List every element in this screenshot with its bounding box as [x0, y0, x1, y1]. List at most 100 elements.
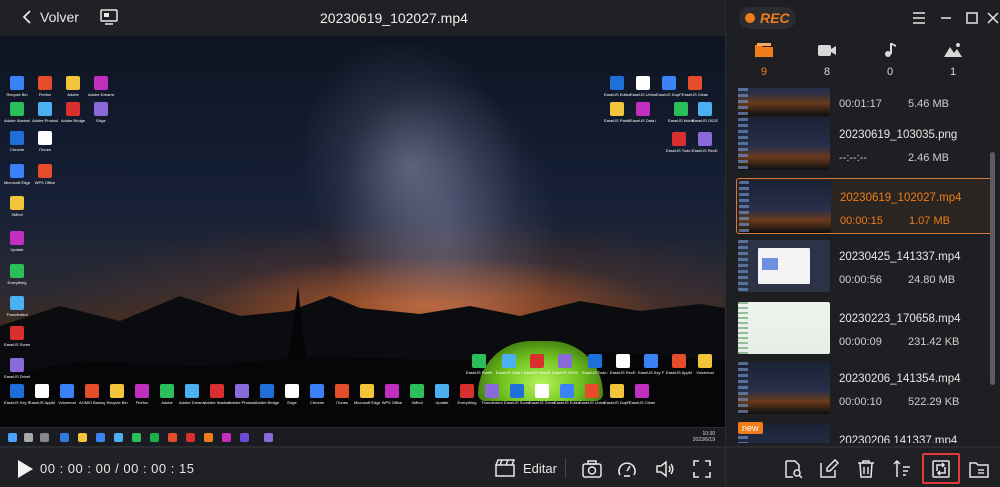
new-badge: new	[738, 422, 763, 434]
desktop-icon-label: iTunes	[336, 400, 348, 405]
thumbnail-icons-strip	[738, 302, 748, 354]
recording-item[interactable]: 20230619_102027.mp4 00:00:15 1.07 MB	[736, 178, 994, 234]
app-icon	[10, 196, 24, 210]
file-search-icon[interactable]	[783, 459, 803, 479]
desktop-icon-label: EaseUS Todo Backup	[582, 370, 608, 375]
desktop-icon-label: Thunderbird	[481, 400, 503, 405]
desktop-icon: EaseUS CleanGenius	[682, 76, 708, 97]
play-icon[interactable]	[15, 459, 35, 479]
recording-item[interactable]: 00:01:175.46 MB100%	[736, 88, 994, 118]
desktop-icon: EaseUS RecExperts	[610, 354, 636, 375]
desktop-icon-label: Everything	[7, 280, 27, 285]
recording-name: 20230206 141337.mp4	[839, 435, 958, 443]
trash-icon[interactable]	[856, 459, 876, 479]
camera-icon[interactable]	[582, 459, 602, 479]
tab-all[interactable]: 9	[739, 42, 789, 78]
desktop-icon: Edge	[279, 384, 305, 405]
time-readout: 00 : 00 : 00 / 00 : 00 : 15	[40, 461, 195, 476]
sort-icon[interactable]	[892, 459, 912, 479]
app-icon	[502, 354, 516, 368]
recording-thumbnail	[738, 88, 830, 116]
open-folder-icon[interactable]	[969, 459, 989, 479]
folder-taskbar-icon	[78, 433, 87, 442]
app-icon	[85, 384, 99, 398]
edit-pencil-icon[interactable]	[819, 459, 839, 479]
app-icon	[560, 384, 574, 398]
desktop-icon-label: EaseUS CleanGenius	[682, 92, 708, 97]
desktop-icon-label: XMind	[11, 212, 23, 217]
desktop-icon: Adobe Illustrator	[204, 384, 230, 405]
recording-thumbnail	[738, 362, 830, 414]
desktop-icon: Adobe Bridge	[254, 384, 280, 405]
back-button[interactable]: Volver	[22, 9, 79, 25]
desktop-icon: Voicemod	[54, 384, 80, 405]
app-taskbar-icon	[204, 433, 213, 442]
folder-icon	[755, 43, 773, 57]
menu-icon[interactable]	[911, 10, 927, 26]
app-icon	[672, 132, 686, 146]
back-label: Volver	[40, 9, 79, 25]
desktop-icon: Microsoft Edge	[4, 164, 30, 185]
desktop-icon: Update	[4, 231, 30, 252]
recording-item[interactable]: 20230619_103035.png --:--:-- 2.46 MB	[736, 116, 994, 172]
recording-size: 24.80 MB	[908, 274, 956, 286]
desktop-icon: EaseUS DriveHandy	[529, 384, 555, 405]
desktop-icon-label: Firefox	[38, 92, 52, 97]
recording-item[interactable]: 20230206_141354.mp4 00:00:10 522.29 KB	[736, 360, 994, 416]
tab-all-count: 9	[760, 66, 768, 78]
desktop-icon: Everything	[4, 264, 30, 285]
desktop-icon-label: EaseUS Editor	[604, 92, 630, 97]
list-scrollbar[interactable]	[990, 152, 995, 385]
rec-button[interactable]: REC	[739, 7, 796, 29]
recording-name: 20230206_141354.mp4	[839, 373, 961, 385]
desktop-icon-label: Chrome	[9, 147, 25, 152]
screen-mode-icon[interactable]	[100, 9, 118, 25]
desktop-icon-label: Adobe Dreamweaver	[179, 400, 205, 405]
volume-icon[interactable]	[655, 459, 675, 479]
editor-taskbar-icon	[240, 433, 249, 442]
video-taskbar: 10:30 2023/6/19	[0, 427, 725, 446]
desktop-icon: EaseUS CleanGenius	[629, 384, 655, 405]
convert-icon[interactable]	[931, 459, 951, 479]
maximize-icon[interactable]	[964, 10, 980, 26]
fullscreen-icon[interactable]	[692, 459, 712, 479]
app-icon	[472, 354, 486, 368]
recording-item[interactable]: new 20230206 141337.mp4	[736, 422, 994, 443]
app-icon	[588, 354, 602, 368]
desktop-icon-label: EaseUS RecExperts	[692, 148, 718, 153]
desktop-icon-label: EaseUS RecExperts	[610, 370, 636, 375]
desktop-icon-label: EaseUS Todo Backup	[666, 148, 692, 153]
tab-audio[interactable]: 0	[865, 42, 915, 78]
app-icon	[66, 102, 80, 116]
recording-duration: 00:00:56	[839, 274, 882, 286]
recorder-taskbar-icon	[264, 433, 273, 442]
app-icon	[585, 384, 599, 398]
speed-gauge-icon[interactable]	[617, 459, 637, 479]
app-icon	[135, 384, 149, 398]
app-icon	[66, 76, 80, 90]
video-preview[interactable]: Recycle Bin Firefox Adobe Adobe Dreamweaver…	[0, 36, 725, 446]
minimize-icon[interactable]	[938, 10, 954, 26]
video-camera-icon	[818, 45, 836, 56]
recording-size: 2.46 MB	[908, 152, 949, 164]
app-icon	[610, 76, 624, 90]
file-title: 20230619_102027.mp4	[320, 10, 468, 26]
close-icon[interactable]	[985, 10, 1000, 26]
app-icon	[10, 131, 24, 145]
taskview-icon	[40, 433, 49, 442]
desktop-icon: Firefox	[129, 384, 155, 405]
tab-video[interactable]: 8	[802, 42, 852, 78]
recording-item[interactable]: 20230425_141337.mp4 00:00:56 24.80 MB	[736, 238, 994, 294]
desktop-icon-label: EaseUS DupFile	[656, 92, 682, 97]
app-icon	[672, 354, 686, 368]
edit-button[interactable]: Editar	[495, 459, 557, 477]
desktop-icon: Adobe Dreamweaver	[88, 76, 114, 97]
desktop-icon-label: EaseUS Uninstall	[579, 400, 605, 405]
desktop-icon: EaseUS Key Finder	[4, 384, 30, 405]
recording-item[interactable]: 20230223_170658.mp4 00:00:09 231.42 KB	[736, 300, 994, 356]
wechat-taskbar-icon	[150, 433, 159, 442]
recording-size: 5.46 MB	[908, 98, 949, 110]
desktop-icon-label: EaseUS ScreenShot	[504, 400, 530, 405]
tab-image[interactable]: 1	[928, 42, 978, 78]
recording-size: 522.29 KB	[908, 396, 960, 408]
